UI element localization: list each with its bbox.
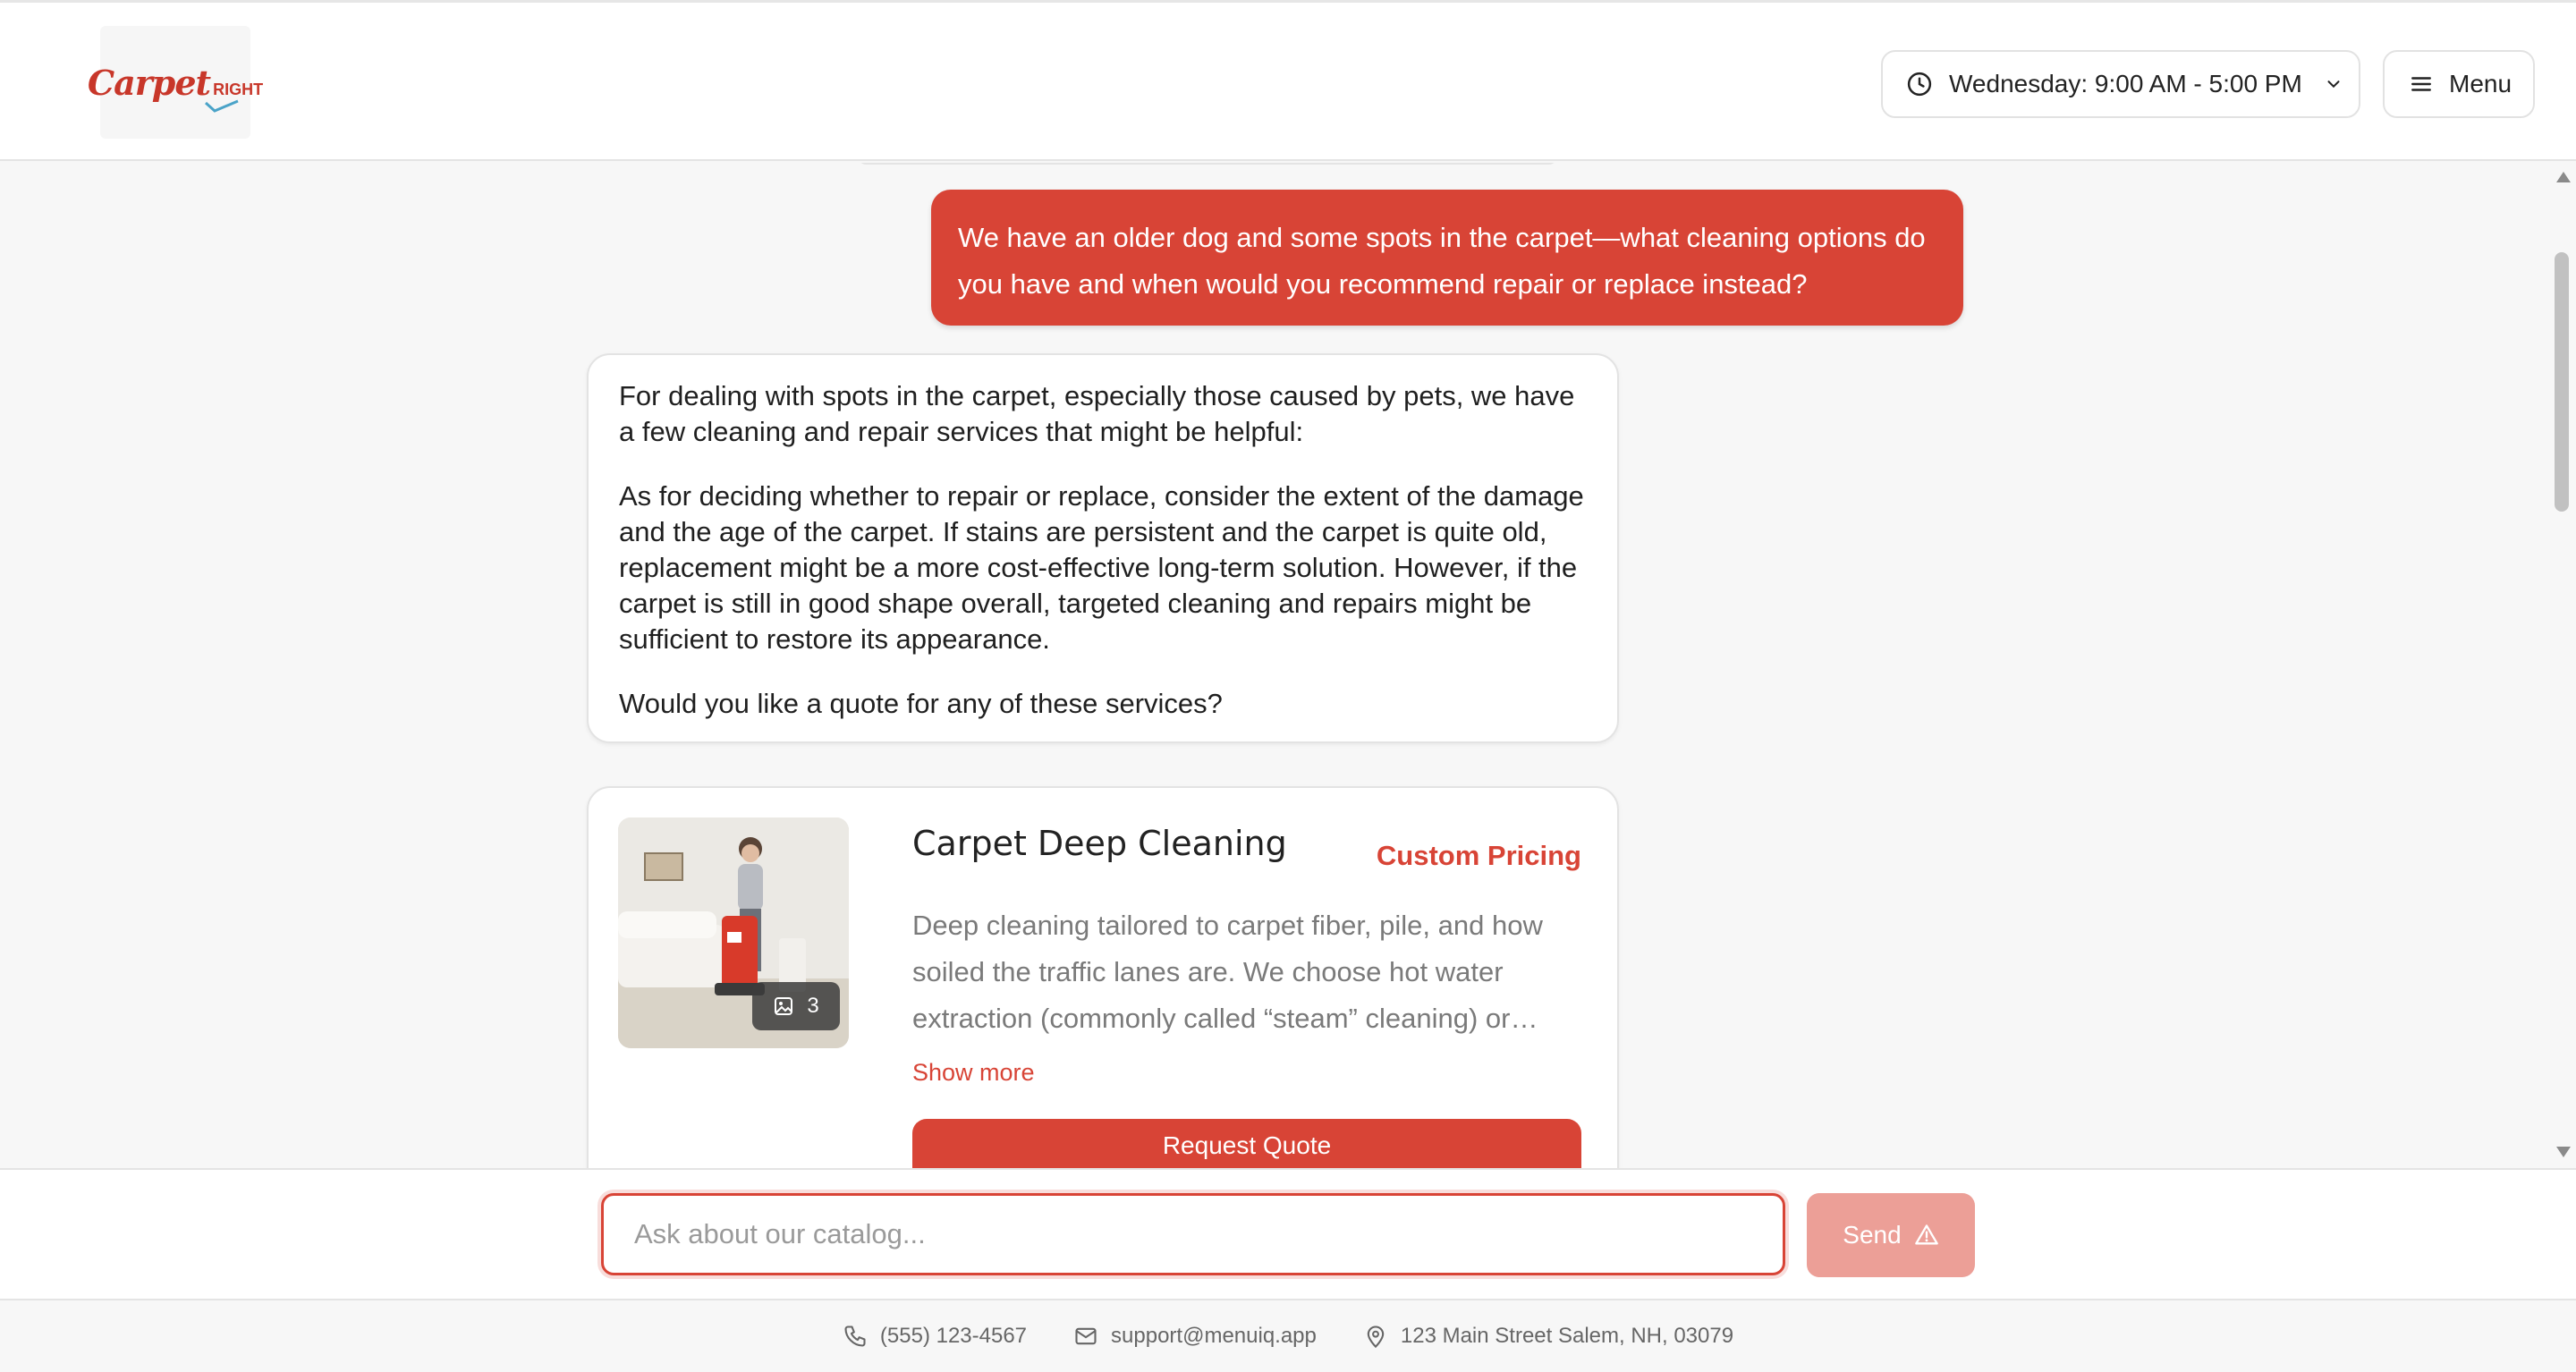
- top-header: Carpet RIGHT Wednesday: 9:00 AM - 5:00 P…: [0, 0, 2576, 161]
- chat-scrollbar[interactable]: [2549, 163, 2576, 1168]
- logo-text-main: Carpet: [87, 62, 211, 103]
- image-count-badge[interactable]: 3: [752, 982, 840, 1030]
- product-price: Custom Pricing: [1376, 840, 1581, 871]
- previous-message-edge: [859, 163, 1556, 165]
- assistant-paragraph: As for deciding whether to repair or rep…: [619, 480, 1584, 655]
- logo-text-sub: RIGHT: [205, 80, 263, 113]
- chat-messages[interactable]: We have an older dog and some spots in t…: [0, 163, 2576, 1168]
- product-description: Deep cleaning tailored to carpet fiber, …: [912, 910, 1543, 1034]
- scroll-up-arrow-icon[interactable]: [2556, 172, 2571, 182]
- carpet-right-logo[interactable]: Carpet RIGHT: [88, 26, 263, 139]
- map-pin-icon: [1367, 1325, 1385, 1349]
- footer-email[interactable]: support@menuiq.app: [1073, 1324, 1317, 1349]
- user-message-bubble: We have an older dog and some spots in t…: [931, 190, 1963, 326]
- show-more-link[interactable]: Show more: [912, 1059, 1035, 1087]
- warning-triangle-icon: [1914, 1224, 1938, 1245]
- scrollbar-thumb[interactable]: [2555, 252, 2569, 512]
- logo-checkmark-icon: [205, 99, 239, 113]
- chat-input[interactable]: [601, 1193, 1785, 1275]
- send-label: Send: [1843, 1221, 1902, 1249]
- assistant-paragraph: Would you like a quote for any of these …: [619, 688, 1223, 719]
- send-button[interactable]: Send: [1807, 1193, 1975, 1277]
- footer-address-text: 123 Main Street Salem, NH, 03079: [1400, 1324, 1734, 1348]
- product-title: Carpet Deep Cleaning: [912, 824, 1287, 863]
- business-hours-dropdown[interactable]: Wednesday: 9:00 AM - 5:00 PM: [1881, 50, 2360, 118]
- product-image[interactable]: 3: [618, 817, 849, 1048]
- hours-label: Wednesday: 9:00 AM - 5:00 PM: [1949, 70, 2302, 97]
- assistant-paragraph: For dealing with spots in the carpet, es…: [619, 380, 1575, 447]
- contact-footer: (555) 123-4567 support@menuiq.app 123 Ma…: [0, 1299, 2576, 1372]
- image-count: 3: [807, 994, 819, 1018]
- menu-label: Menu: [2449, 70, 2512, 97]
- footer-email-text: support@menuiq.app: [1111, 1324, 1317, 1348]
- chevron-down-icon: [2327, 80, 2340, 89]
- footer-phone[interactable]: (555) 123-4567: [843, 1324, 1027, 1349]
- mail-icon: [1075, 1327, 1097, 1345]
- clock-icon: [1907, 72, 1932, 97]
- request-quote-button[interactable]: Request Quote: [912, 1119, 1581, 1168]
- hamburger-icon: [2411, 77, 2431, 91]
- phone-icon: [844, 1325, 866, 1347]
- footer-phone-text: (555) 123-4567: [879, 1324, 1028, 1348]
- product-card: 3 Carpet Deep Cleaning Custom Pricing De…: [587, 786, 1619, 1168]
- image-icon: [775, 997, 793, 1015]
- chat-input-bar: Send: [0, 1168, 2576, 1299]
- assistant-message-bubble: For dealing with spots in the carpet, es…: [587, 353, 1619, 743]
- footer-address[interactable]: 123 Main Street Salem, NH, 03079: [1363, 1324, 1733, 1349]
- scroll-down-arrow-icon[interactable]: [2556, 1147, 2571, 1157]
- menu-button[interactable]: Menu: [2383, 50, 2535, 118]
